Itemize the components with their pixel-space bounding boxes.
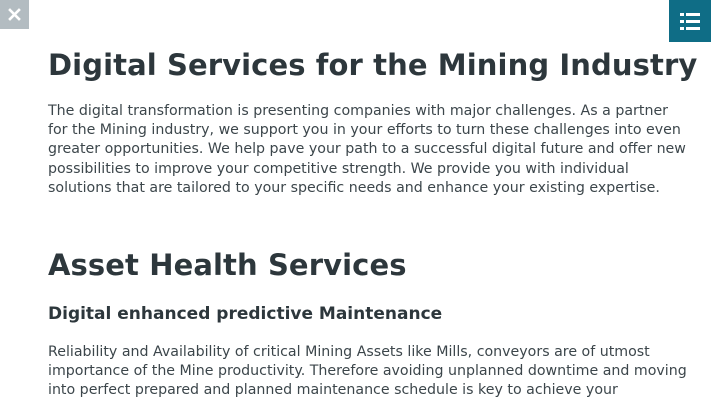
asset-health-paragraph: Reliability and Availability of critical… bbox=[48, 344, 687, 399]
section-title-asset-health: Asset Health Services bbox=[48, 248, 407, 282]
close-button[interactable] bbox=[0, 0, 29, 29]
section-subtitle-predictive-maintenance: Digital enhanced predictive Maintenance bbox=[48, 304, 443, 324]
page-title: Digital Services for the Mining Industry bbox=[48, 48, 698, 82]
menu-button[interactable] bbox=[669, 0, 711, 42]
close-icon bbox=[8, 8, 21, 21]
list-menu-icon bbox=[680, 12, 700, 30]
intro-paragraph: The digital transformation is presenting… bbox=[48, 103, 686, 196]
